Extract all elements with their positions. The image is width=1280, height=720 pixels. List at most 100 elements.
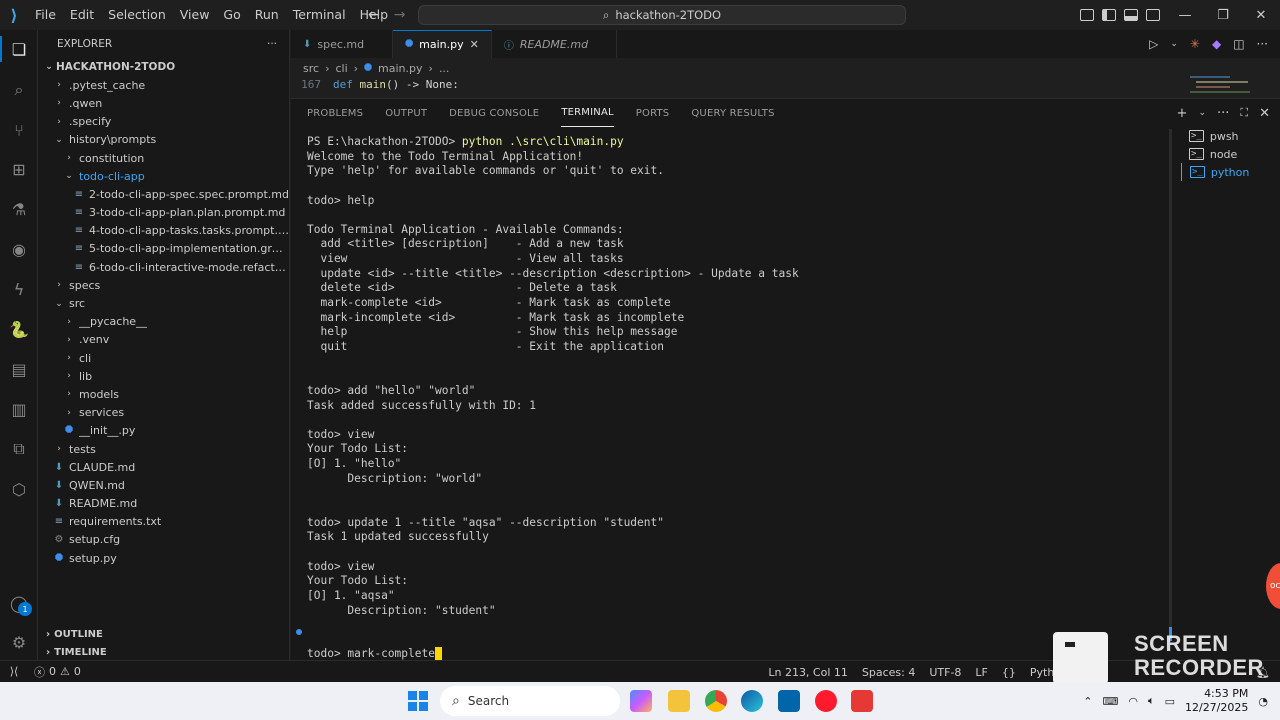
tree-file[interactable]: ≡ 6-todo-cli-interactive-mode.refactor.pr… xyxy=(38,258,289,276)
chevron-down-icon[interactable]: ⌄ xyxy=(1170,39,1178,49)
taskbar-search[interactable]: ⌕ Search xyxy=(440,686,620,716)
tree-folder[interactable]: › .venv xyxy=(38,331,289,349)
split-editor-icon[interactable]: ◫ xyxy=(1233,37,1244,51)
more-actions-icon[interactable]: ··· xyxy=(267,38,277,50)
volume-icon[interactable]: 🔈︎ xyxy=(1148,694,1155,708)
tree-file[interactable]: ≡ 5-todo-cli-app-implementation.green.pro… xyxy=(38,240,289,258)
breadcrumb-item[interactable]: cli xyxy=(335,62,347,75)
close-tab-icon[interactable]: ✕ xyxy=(470,38,479,51)
tree-folder[interactable]: › models xyxy=(38,385,289,403)
tree-file[interactable]: ≡ 2-todo-cli-app-spec.spec.prompt.md xyxy=(38,185,289,203)
restore-icon[interactable]: ❐ xyxy=(1204,0,1242,30)
wifi-icon[interactable]: ◠ xyxy=(1128,695,1138,708)
sqltools-icon[interactable]: ▥ xyxy=(8,398,30,420)
chrome-icon[interactable] xyxy=(705,690,727,712)
search-icon[interactable]: ⌕ xyxy=(8,79,30,101)
problems-status[interactable]: ⓧ 0 ⚠ 0 xyxy=(28,664,87,680)
menu-edit[interactable]: Edit xyxy=(63,0,101,30)
panel-tab-output[interactable]: OUTPUT xyxy=(385,99,427,127)
tree-folder[interactable]: ⌄ src xyxy=(38,294,289,312)
tree-file[interactable]: ≡ requirements.txt xyxy=(38,513,289,531)
command-center-search[interactable]: ⌕ hackathon-2TODO xyxy=(418,5,906,25)
terminal-instance[interactable]: >_ pwsh xyxy=(1181,127,1280,145)
terminal-output[interactable]: PS E:\hackathon-2TODO> python .\src\cli\… xyxy=(296,135,1167,662)
toggle-primary-sidebar-icon[interactable] xyxy=(1102,9,1116,21)
tree-file[interactable]: ⯃ setup.py xyxy=(38,549,289,567)
vscode-taskbar-icon[interactable] xyxy=(778,690,800,712)
end-of-line[interactable]: LF xyxy=(975,666,987,679)
breadcrumb-item[interactable]: src xyxy=(303,62,319,75)
run-python-file-icon[interactable]: ▷ xyxy=(1149,37,1158,51)
tree-folder[interactable]: ⌄ history\prompts xyxy=(38,131,289,149)
more-actions-icon[interactable]: ··· xyxy=(1257,37,1268,51)
breadcrumb-item[interactable]: main.py xyxy=(378,62,422,75)
chevron-down-icon[interactable]: ⌄ xyxy=(1198,108,1206,118)
tree-file[interactable]: ⯃ __init__.py xyxy=(38,422,289,440)
tree-file[interactable]: ⚙ setup.cfg xyxy=(38,531,289,549)
forward-arrow-icon[interactable]: → xyxy=(394,7,406,23)
minimap[interactable] xyxy=(1190,74,1260,96)
battery-icon[interactable]: ▭ xyxy=(1165,695,1175,708)
tree-file[interactable]: ≡ 3-todo-cli-app-plan.plan.prompt.md xyxy=(38,204,289,222)
file-explorer-icon[interactable] xyxy=(668,690,690,712)
remote-explorer-icon[interactable]: ▤ xyxy=(8,358,30,380)
editor-tab[interactable]: ⯃ main.py ✕ xyxy=(393,30,492,58)
tree-file[interactable]: ⬇ README.md xyxy=(38,495,289,513)
tree-folder[interactable]: ⌄ todo-cli-app xyxy=(38,167,289,185)
tree-folder[interactable]: › .qwen xyxy=(38,94,289,112)
opera-icon[interactable] xyxy=(815,690,837,712)
chevron-up-icon[interactable]: ⌃ xyxy=(1083,695,1092,708)
explorer-files-icon[interactable]: ❏ xyxy=(8,38,30,60)
tree-folder[interactable]: › constitution xyxy=(38,149,289,167)
tree-folder[interactable]: › .pytest_cache xyxy=(38,76,289,94)
keyboard-icon[interactable]: ⌨ xyxy=(1102,695,1118,708)
more-actions-icon[interactable]: ··· xyxy=(1217,106,1229,121)
claude-icon[interactable]: ✳ xyxy=(1190,37,1200,51)
settings-gear-icon[interactable]: ⚙ xyxy=(8,631,30,653)
tree-file[interactable]: ⬇ QWEN.md xyxy=(38,476,289,494)
tree-folder[interactable]: › services xyxy=(38,404,289,422)
encoding[interactable]: UTF-8 xyxy=(929,666,961,679)
menu-terminal[interactable]: Terminal xyxy=(286,0,353,30)
indentation[interactable]: Spaces: 4 xyxy=(862,666,915,679)
menu-view[interactable]: View xyxy=(173,0,217,30)
cursor-position[interactable]: Ln 213, Col 11 xyxy=(768,666,848,679)
panel-tab-query-results[interactable]: QUERY RESULTS xyxy=(691,99,774,127)
maximize-panel-icon[interactable]: ⛶ xyxy=(1240,106,1248,120)
breadcrumb-item[interactable]: ... xyxy=(439,62,450,75)
github-icon[interactable]: ◉ xyxy=(8,238,30,260)
testing-flask-icon[interactable]: ⚗ xyxy=(8,198,30,220)
clock[interactable]: 4:53 PM 12/27/2025 xyxy=(1185,687,1248,715)
timeline-section-header[interactable]: › TIMELINE xyxy=(38,643,290,661)
close-panel-icon[interactable]: ✕ xyxy=(1259,106,1270,121)
close-window-icon[interactable]: ✕ xyxy=(1242,0,1280,30)
screen-recorder-app-icon[interactable] xyxy=(851,690,873,712)
editor-tab[interactable]: ⓘ README.md xyxy=(492,30,618,58)
tree-file[interactable]: ⬇ CLAUDE.md xyxy=(38,458,289,476)
code-line[interactable]: 167 def main () -> None: xyxy=(291,76,459,92)
tree-file[interactable]: ≡ 4-todo-cli-app-tasks.tasks.prompt.md xyxy=(38,222,289,240)
toggle-panel-icon[interactable] xyxy=(1124,9,1138,21)
remote-indicator-icon[interactable]: ⟩⟨ xyxy=(0,661,28,683)
containers-icon[interactable]: ⧉ xyxy=(8,438,30,460)
thunder-client-icon[interactable]: ϟ xyxy=(8,278,30,300)
language-braces[interactable]: {} xyxy=(1002,666,1016,679)
tree-folder[interactable]: › __pycache__ xyxy=(38,313,289,331)
menu-file[interactable]: File xyxy=(28,0,63,30)
new-terminal-icon[interactable]: + xyxy=(1177,106,1188,121)
notification-icon[interactable]: ◔ xyxy=(1258,695,1268,708)
python-icon[interactable]: 🐍 xyxy=(8,318,30,340)
editor-tab[interactable]: ⬇ spec.md xyxy=(291,30,394,58)
outline-section-header[interactable]: › OUTLINE xyxy=(38,625,290,643)
docker-icon[interactable]: ⬡ xyxy=(8,478,30,500)
tree-folder[interactable]: › tests xyxy=(38,440,289,458)
minimize-icon[interactable]: — xyxy=(1166,0,1204,30)
panel-tab-ports[interactable]: PORTS xyxy=(636,99,670,127)
panel-tab-terminal[interactable]: TERMINAL xyxy=(561,99,614,127)
terminal-instance[interactable]: >_ node xyxy=(1181,145,1280,163)
tree-folder[interactable]: › specs xyxy=(38,276,289,294)
extensions-icon[interactable]: ⊞ xyxy=(8,158,30,180)
panel-tab-problems[interactable]: PROBLEMS xyxy=(307,99,363,127)
tree-folder[interactable]: › lib xyxy=(38,367,289,385)
panel-tab-debug-console[interactable]: DEBUG CONSOLE xyxy=(449,99,539,127)
